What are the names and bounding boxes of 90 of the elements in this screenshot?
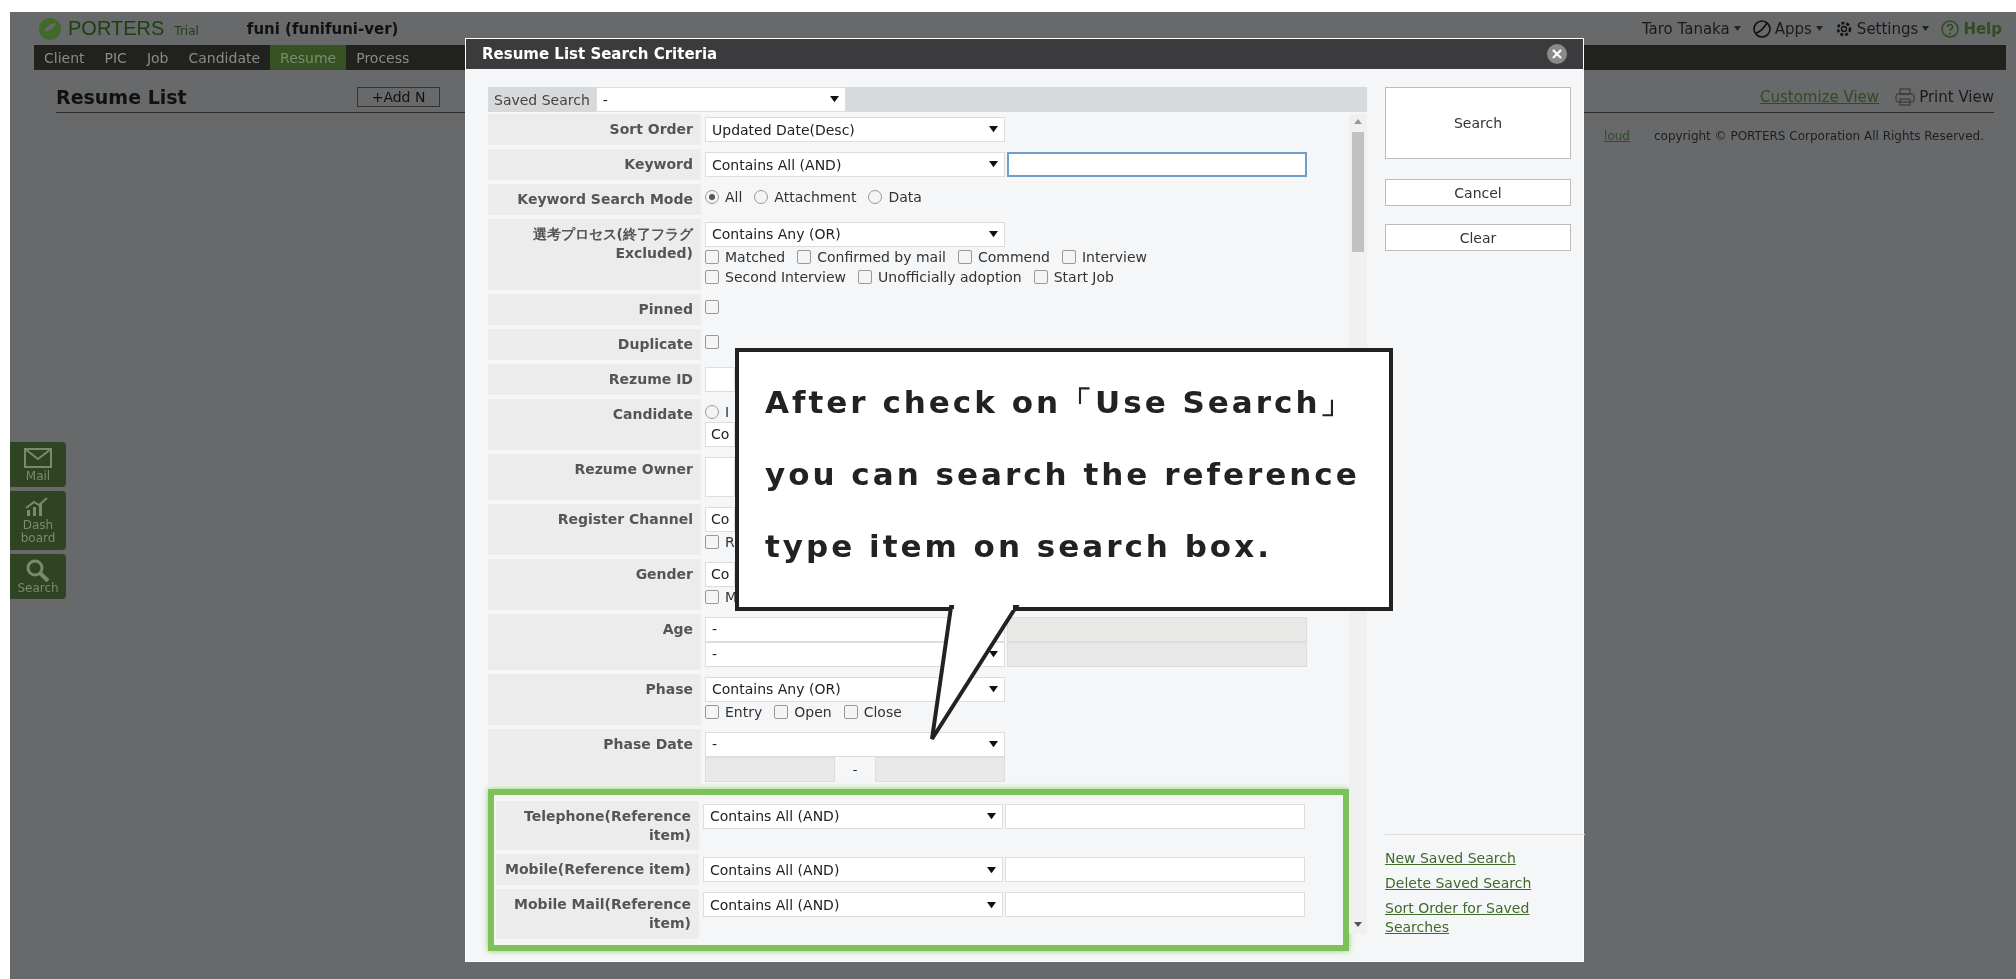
close-button[interactable] [1547,44,1567,64]
account-name: funi (funifuni-ver) [246,19,399,38]
caret-icon [1815,26,1823,31]
field-label: Register Channel [488,503,701,555]
field-label: Rezume Owner [488,453,701,500]
dropdown[interactable]: Contains All (AND) [703,803,1003,829]
callout-text: type item on search box. [765,527,1272,566]
checkbox-option[interactable]: Confirmed by mail [797,248,946,265]
caret-icon [989,651,998,658]
field-label: Age [488,613,701,670]
envelope-icon [24,446,52,470]
dropdown[interactable]: - [705,731,1005,757]
caret-icon [987,866,996,874]
dialog-title: Resume List Search Criteria [482,45,718,63]
page-title: Resume List [56,86,187,108]
nav-tab[interactable]: Process [346,45,420,70]
field-label: Phase Date [488,728,701,785]
nav-tab[interactable]: Job [136,45,179,70]
nav-tab[interactable]: Candidate [178,45,271,70]
globe-icon [1752,19,1771,38]
dropdown[interactable]: - [595,87,846,112]
field-label: Duplicate [488,328,701,360]
field-label: Keyword [488,149,701,180]
close-icon [1547,44,1567,64]
checkbox-option[interactable]: Close [843,703,902,720]
search-icon [24,557,52,582]
saved-search-link[interactable]: New Saved Search [1385,849,1585,869]
callout-text: you can search the reference [765,455,1360,494]
nav-tab[interactable]: PIC [94,45,137,70]
radio-option[interactable]: I [705,403,730,420]
field-label: Rezume ID [488,363,701,395]
checkbox-option[interactable]: Commend [957,248,1050,265]
dialog-button[interactable]: Clear [1385,224,1571,251]
logo-text: PORTERS [68,17,165,40]
dropdown[interactable]: Updated Date(Desc) [705,117,1005,142]
checkbox-option[interactable]: Interview [1061,248,1148,265]
callout-text: After check on「Use Search」 [765,383,1355,422]
checkbox-option[interactable]: Second Interview [705,268,847,285]
field-label: Phase [488,673,701,725]
dropdown[interactable]: Contains Any (OR) [705,221,1005,247]
caret-icon [989,231,998,238]
printer-icon [1895,88,1916,106]
saved-search-link[interactable]: Sort Order for Saved Searches [1385,899,1585,937]
saved-search-link[interactable]: Delete Saved Search [1385,874,1585,894]
checkbox-option[interactable]: R [705,533,735,550]
dropdown[interactable]: Co [705,421,735,447]
copyright-text: copyright © PORTERS Corporation All Rights Reserved. [1653,129,1984,143]
nav-tab[interactable]: Client [34,45,95,70]
caret-icon [987,901,996,909]
dropdown[interactable]: Contains All (AND) [703,857,1003,883]
checkbox[interactable] [705,334,719,349]
field-label: Gender [488,558,701,610]
dropdown[interactable]: Contains Any (OR) [705,676,1005,702]
text-field[interactable] [1007,152,1307,177]
settings-icon [1834,19,1853,38]
dropdown[interactable]: Contains All (AND) [703,892,1003,918]
caret-icon [989,686,998,693]
field-label: Telephone(Reference item) [496,800,699,851]
checkbox-option[interactable]: Entry [705,703,763,720]
field-label: Keyword Search Mode [488,184,701,215]
help-icon [1941,19,1960,38]
radio-option[interactable]: Attachment [754,189,857,205]
checkbox[interactable] [705,299,719,314]
checkbox-option[interactable]: Open [774,703,832,720]
dialog-button[interactable]: Search [1385,87,1571,159]
radio-option[interactable]: All [705,189,743,205]
radio-option[interactable]: Data [868,189,922,205]
caret-icon [1733,26,1741,31]
field-label: 選考プロセス(終了フラグ Excluded) [488,218,701,290]
caret-icon [989,161,998,168]
field-label: Sort Order [488,114,701,145]
caret-icon [987,813,996,820]
caret-icon [989,126,998,133]
edition-label: Trial [174,23,199,38]
dropdown[interactable]: Co [705,506,735,532]
field-label: Candidate [488,398,701,450]
logo-icon [38,16,62,41]
caret-icon [1922,26,1930,31]
field-label: Mobile(Reference item) [496,854,699,886]
dropdown[interactable]: Contains All (AND) [705,152,1005,177]
checkbox-option[interactable]: Matched [705,248,786,265]
caret-icon [829,96,839,103]
checkbox-option[interactable]: Unofficially adoption [858,268,1022,285]
checkbox-option[interactable]: Start Job [1033,268,1114,285]
field-label: Mobile Mail(Reference item) [496,889,699,940]
range-dash: - [851,761,859,777]
dialog-button[interactable]: Cancel [1385,179,1571,206]
field-label: Saved Search [494,91,590,108]
field-label: Pinned [488,293,701,325]
dropdown[interactable]: Co [705,561,735,587]
